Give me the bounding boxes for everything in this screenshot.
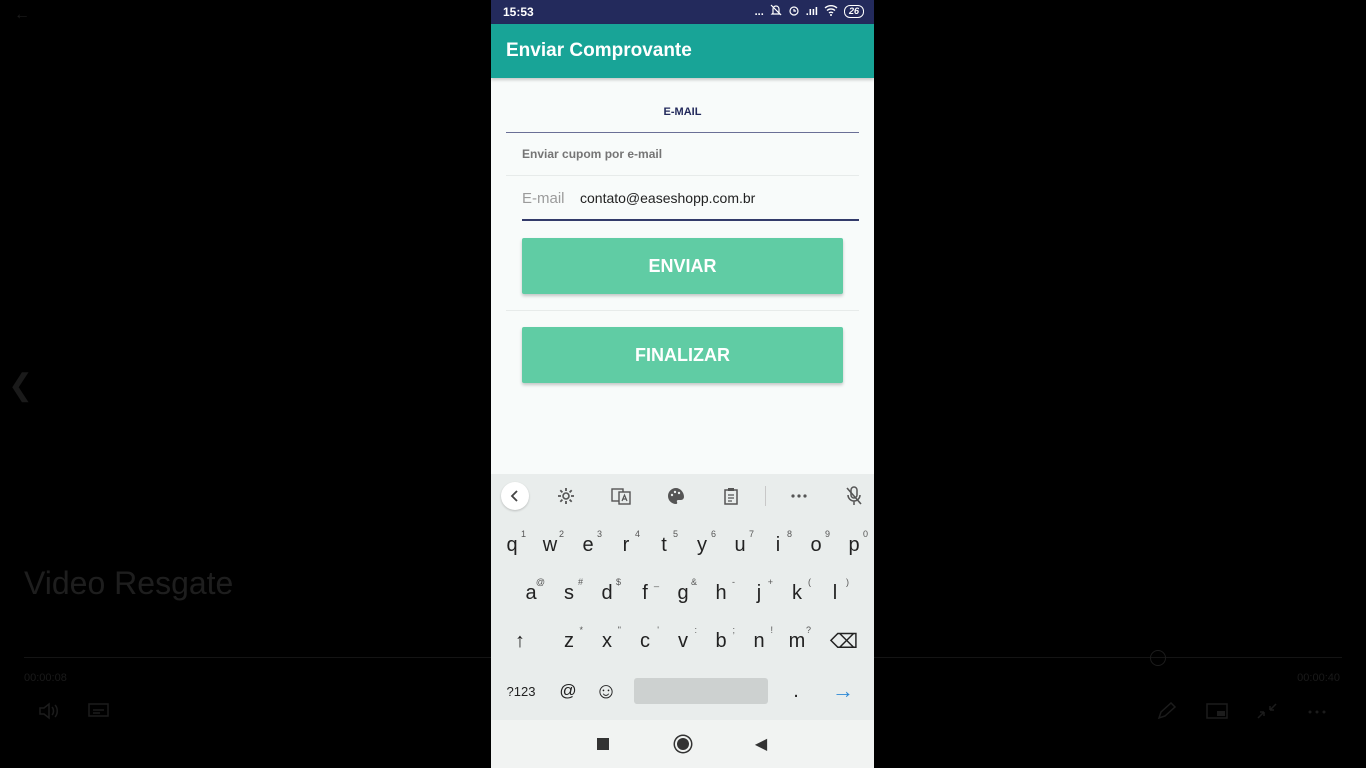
back-arrow-icon[interactable]: ← [14, 6, 30, 24]
key-q[interactable]: q1 [494, 526, 530, 564]
signal-icon: .ııl [805, 5, 818, 18]
backspace-key[interactable]: ⌫ [826, 622, 862, 660]
fullscreen-exit-icon[interactable] [1256, 702, 1278, 725]
key-n[interactable]: n! [741, 622, 777, 660]
divider [506, 175, 859, 176]
key-b[interactable]: b; [703, 622, 739, 660]
key-j[interactable]: j + [741, 574, 777, 612]
divider [506, 310, 859, 311]
key-y[interactable]: y6 [684, 526, 720, 564]
current-time: 00:00:08 [24, 672, 67, 684]
key-i[interactable]: i8 [760, 526, 796, 564]
miniplayer-icon[interactable] [1206, 702, 1228, 725]
key-v[interactable]: v: [665, 622, 701, 660]
key-d[interactable]: d $ [589, 574, 625, 612]
section-label: Enviar cupom por e-mail [522, 147, 663, 161]
email-field-label: E-mail [522, 190, 565, 207]
key-p[interactable]: p0 [836, 526, 872, 564]
key-u[interactable]: u7 [722, 526, 758, 564]
go-key[interactable]: → [825, 672, 861, 710]
translate-icon[interactable] [607, 482, 635, 510]
email-field[interactable]: contato@easeshopp.com.br [580, 190, 755, 206]
video-title: Video Resgate [24, 565, 234, 601]
shift-key[interactable]: ↑ [502, 622, 538, 660]
finish-button[interactable]: FINALIZAR [522, 327, 843, 383]
phone-screen: 15:53 ... .ııl 26 Enviar Comprovante E-M… [491, 0, 874, 768]
spacebar[interactable] [634, 678, 768, 704]
tab-indicator [506, 132, 859, 133]
system-nav-bar: ◀ [491, 720, 874, 768]
settings-icon[interactable] [552, 482, 580, 510]
edit-icon[interactable] [1156, 701, 1178, 725]
battery-icon: 26 [843, 5, 864, 18]
volume-icon[interactable] [38, 702, 60, 725]
tab-email[interactable]: E-MAIL [506, 106, 859, 118]
seek-knob[interactable] [1150, 650, 1166, 666]
key-h[interactable]: h- [703, 574, 739, 612]
at-key[interactable]: @ [550, 672, 586, 710]
total-time: 00:00:40 [1297, 672, 1340, 684]
keyboard-toolbar [491, 474, 874, 518]
key-f[interactable]: f _ [627, 574, 663, 612]
clipboard-icon[interactable] [717, 482, 745, 510]
status-time: 15:53 [503, 5, 534, 19]
palette-icon[interactable] [662, 482, 690, 510]
key-r[interactable]: r4 [608, 526, 644, 564]
key-m[interactable]: m? [779, 622, 815, 660]
key-x[interactable]: x " [589, 622, 625, 660]
captions-icon[interactable] [88, 702, 110, 725]
status-bar: 15:53 ... .ııl 26 [491, 0, 874, 24]
key-o[interactable]: o9 [798, 526, 834, 564]
chevron-left-icon[interactable] [501, 482, 529, 510]
page-title: Enviar Comprovante [506, 40, 692, 61]
wifi-icon [824, 4, 838, 19]
key-s[interactable]: s # [551, 574, 587, 612]
more-icon[interactable] [785, 482, 813, 510]
key-a[interactable]: a @ [513, 574, 549, 612]
notifications-off-icon [770, 4, 782, 19]
alarm-icon [788, 4, 800, 19]
key-k[interactable]: k( [779, 574, 815, 612]
key-l[interactable]: l) [817, 574, 853, 612]
emoji-key[interactable]: ☺ [588, 672, 624, 710]
symbols-key[interactable]: ?123 [500, 672, 542, 710]
key-g[interactable]: g & [665, 574, 701, 612]
more-options-icon[interactable] [1306, 702, 1328, 725]
previous-icon[interactable]: ❮ [8, 368, 33, 403]
home-icon[interactable] [671, 732, 695, 756]
nav-back-icon[interactable]: ◀ [749, 732, 773, 756]
send-button[interactable]: ENVIAR [522, 238, 843, 294]
soft-keyboard: q1 w2 e3 r4 t5 y6 u7 i8 o9 p0 a @ s # d $ f… [491, 474, 874, 720]
key-c[interactable]: c ' [627, 622, 663, 660]
mic-off-icon[interactable] [840, 482, 868, 510]
recents-icon[interactable] [591, 732, 615, 756]
toolbar-separator [765, 486, 766, 506]
key-w[interactable]: w2 [532, 526, 568, 564]
key-z[interactable]: z * [551, 622, 587, 660]
more-notifications-icon: ... [754, 5, 764, 18]
period-key[interactable]: . [778, 672, 814, 710]
email-field-underline [522, 219, 859, 221]
key-t[interactable]: t5 [646, 526, 682, 564]
key-e[interactable]: e3 [570, 526, 606, 564]
app-bar: Enviar Comprovante [491, 24, 874, 78]
